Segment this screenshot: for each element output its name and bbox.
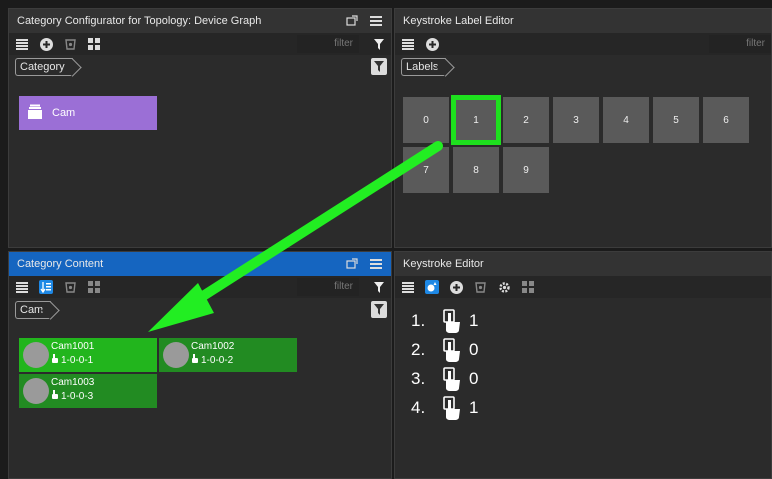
key-9[interactable]: 9 (503, 147, 549, 193)
hand-pointer-icon (191, 354, 199, 366)
list-view-icon[interactable] (401, 280, 415, 294)
key-5[interactable]: 5 (653, 97, 699, 143)
device-address: 1-0-0-3 (51, 390, 93, 402)
avatar (23, 378, 49, 404)
panel-title: Category Configurator for Topology: Devi… (17, 15, 262, 27)
key-6[interactable]: 6 (703, 97, 749, 143)
step-value: 1 (469, 310, 479, 330)
step-value: 1 (469, 397, 479, 417)
gear-icon[interactable] (497, 280, 511, 294)
device-address: 1-0-0-1 (51, 354, 93, 366)
filter-input[interactable]: filter (297, 35, 359, 53)
press-hand-icon (441, 395, 469, 420)
filter-toggle-button[interactable] (371, 301, 387, 318)
toolbar: filter (395, 33, 771, 55)
device-address-text: 1-0-0-1 (61, 354, 94, 366)
panel-titlebar: Category Content (9, 252, 391, 276)
panel-titlebar: Keystroke Label Editor (395, 9, 771, 33)
delete-icon[interactable] (473, 280, 487, 294)
panel-titlebar: Category Configurator for Topology: Devi… (9, 9, 391, 33)
step-number: 4. (411, 397, 426, 417)
breadcrumb-row: Cam (9, 298, 391, 322)
key-3[interactable]: 3 (553, 97, 599, 143)
step-value: 0 (469, 368, 479, 388)
grid-view-icon[interactable] (87, 280, 101, 294)
toolbar (395, 276, 771, 298)
step-number: 1. (411, 310, 426, 330)
step-number: 3. (411, 368, 426, 388)
keystroke-mode-icon[interactable] (425, 280, 439, 294)
filter-funnel-icon[interactable] (373, 37, 385, 51)
press-hand-icon (441, 337, 469, 362)
add-icon[interactable] (449, 280, 463, 294)
popout-icon[interactable] (345, 14, 359, 28)
device-address-text: 1-0-0-2 (201, 354, 234, 366)
grid-view-icon[interactable] (521, 280, 535, 294)
step-value: 0 (469, 339, 479, 359)
keystroke-editor-panel: Keystroke Editor 1. 1 2. 0 3. 0 4. 1 (394, 251, 772, 479)
content-tile[interactable]: Cam1003 1-0-0-3 (19, 374, 157, 408)
add-icon[interactable] (39, 37, 53, 51)
key-0[interactable]: 0 (403, 97, 449, 143)
filter-toggle-button[interactable] (371, 58, 387, 75)
key-8[interactable]: 8 (453, 147, 499, 193)
keystroke-step[interactable]: 3. 0 (411, 364, 478, 393)
category-tile-cam[interactable]: Cam (19, 96, 157, 130)
toolbar: filter (9, 276, 391, 298)
keystroke-step[interactable]: 1. 1 (411, 306, 478, 335)
stack-icon (27, 104, 43, 123)
list-view-icon[interactable] (15, 37, 29, 51)
category-configurator-panel: Category Configurator for Topology: Devi… (8, 8, 392, 248)
delete-icon[interactable] (63, 280, 77, 294)
device-name: Cam1002 (191, 341, 235, 352)
breadcrumb-row: Category (9, 55, 391, 79)
delete-icon[interactable] (63, 37, 77, 51)
content-tile[interactable]: Cam1002 1-0-0-2 (159, 338, 297, 372)
hand-pointer-icon (51, 354, 59, 366)
key-4[interactable]: 4 (603, 97, 649, 143)
keystroke-list: 1. 1 2. 0 3. 0 4. 1 (411, 306, 478, 422)
menu-icon[interactable] (369, 14, 383, 28)
keystroke-step[interactable]: 2. 0 (411, 335, 478, 364)
keystroke-step[interactable]: 4. 1 (411, 393, 478, 422)
device-address-text: 1-0-0-3 (61, 390, 94, 402)
breadcrumb-category[interactable]: Category (15, 58, 73, 76)
device-address: 1-0-0-2 (191, 354, 233, 366)
device-name: Cam1001 (51, 341, 95, 352)
grid-view-icon[interactable] (87, 37, 101, 51)
press-hand-icon (441, 308, 469, 333)
list-view-icon[interactable] (15, 280, 29, 294)
menu-icon[interactable] (369, 257, 383, 271)
panel-title: Keystroke Label Editor (403, 15, 514, 27)
press-hand-icon (441, 366, 469, 391)
hand-pointer-icon (51, 390, 59, 402)
device-name: Cam1003 (51, 377, 95, 388)
key-7[interactable]: 7 (403, 147, 449, 193)
breadcrumb-labels[interactable]: Labels (401, 58, 447, 76)
breadcrumb-cam[interactable]: Cam (15, 301, 52, 319)
toolbar: filter (9, 33, 391, 55)
key-2[interactable]: 2 (503, 97, 549, 143)
avatar (163, 342, 189, 368)
filter-input[interactable]: filter (709, 35, 771, 53)
sort-icon[interactable] (39, 280, 53, 294)
panel-title: Keystroke Editor (403, 258, 484, 270)
panel-titlebar: Keystroke Editor (395, 252, 771, 276)
breadcrumb-row: Labels (395, 55, 771, 79)
list-view-icon[interactable] (401, 37, 415, 51)
content-tile[interactable]: Cam1001 1-0-0-1 (19, 338, 157, 372)
add-icon[interactable] (425, 37, 439, 51)
step-number: 2. (411, 339, 426, 359)
key-1[interactable]: 1 (451, 95, 501, 145)
category-content-panel: Category Content filter Cam Cam1001 1-0-… (8, 251, 392, 479)
keystroke-label-editor-panel: Keystroke Label Editor filter Labels 0 1… (394, 8, 772, 248)
panel-title: Category Content (17, 258, 104, 270)
category-tile-label: Cam (52, 107, 76, 119)
avatar (23, 342, 49, 368)
popout-icon[interactable] (345, 257, 359, 271)
filter-input[interactable]: filter (297, 278, 359, 296)
filter-funnel-icon[interactable] (373, 280, 385, 294)
